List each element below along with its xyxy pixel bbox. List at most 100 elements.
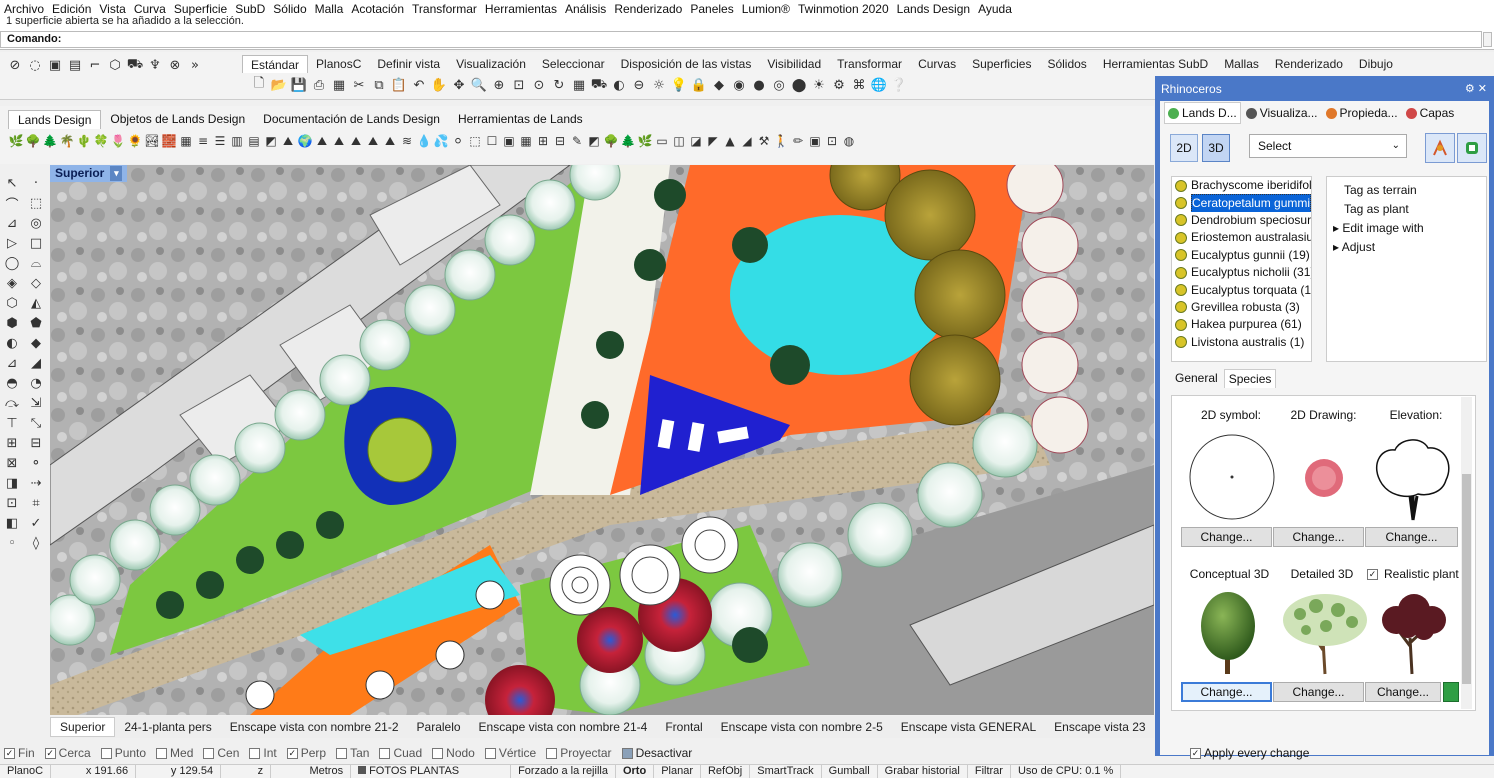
lands-tool-icon[interactable]: ⛰ bbox=[382, 132, 398, 150]
lands-tool-icon[interactable]: ▦ bbox=[518, 132, 534, 150]
menu-item[interactable]: Curva bbox=[134, 2, 166, 16]
palette-tool-icon[interactable]: ⊡ bbox=[3, 494, 21, 512]
lands-tool-icon[interactable]: ⬚ bbox=[467, 132, 483, 150]
toolbar-tab[interactable]: Superficies bbox=[964, 55, 1039, 73]
layer-icon[interactable]: ◆ bbox=[710, 76, 728, 94]
species-item[interactable]: Grevillea robusta (3) bbox=[1172, 299, 1311, 316]
target-icon[interactable]: ⊖ bbox=[630, 76, 648, 94]
paste-icon[interactable]: 📋 bbox=[390, 76, 408, 94]
change-2d-symbol-button[interactable]: Change... bbox=[1181, 527, 1272, 547]
osnap-checkbox[interactable] bbox=[100, 747, 112, 759]
viewport-tab[interactable]: Enscape vista con nombre 21-4 bbox=[470, 720, 657, 734]
osnap-checkbox[interactable] bbox=[203, 747, 215, 759]
change-elevation-button[interactable]: Change... bbox=[1365, 527, 1458, 547]
palette-tool-icon[interactable]: ◎ bbox=[27, 214, 45, 232]
palette-tool-icon[interactable]: ⊿ bbox=[3, 354, 21, 372]
lands-tool-icon[interactable]: ⛰ bbox=[331, 132, 347, 150]
toolbar-tab[interactable]: Curvas bbox=[910, 55, 964, 73]
status-layer[interactable]: FOTOS PLANTAS bbox=[351, 765, 512, 778]
status-refobj[interactable]: RefObj bbox=[701, 765, 751, 778]
osnap-option[interactable]: Tan bbox=[336, 746, 369, 760]
species-item[interactable]: Eucalyptus gunnii (19) bbox=[1172, 247, 1311, 264]
palette-tool-icon[interactable]: ⊟ bbox=[27, 434, 45, 452]
copy-icon[interactable]: ⧉ bbox=[370, 76, 388, 94]
viewport-tab[interactable]: Enscape vista GENERAL bbox=[892, 720, 1045, 734]
panel-settings-icon[interactable]: ⚙ ✕ bbox=[1465, 78, 1487, 100]
osnap-checkbox[interactable] bbox=[336, 747, 348, 759]
menu-item[interactable]: Transformar bbox=[412, 2, 477, 16]
command-input[interactable]: Comando: bbox=[0, 31, 1482, 48]
lands-tool-icon[interactable]: ▣ bbox=[807, 132, 823, 150]
zoom-icon[interactable]: 🔍 bbox=[470, 76, 488, 94]
lands-tool-icon[interactable]: 🌳 bbox=[603, 132, 619, 150]
menu-item[interactable]: Edición bbox=[52, 2, 91, 16]
palette-tool-icon[interactable]: ◔ bbox=[27, 374, 45, 392]
lands-tool-icon[interactable]: ⛰ bbox=[365, 132, 381, 150]
lands-tool-icon[interactable]: ▭ bbox=[654, 132, 670, 150]
viewport-menu-icon[interactable]: ▾ bbox=[110, 166, 123, 181]
lands-tool-icon[interactable]: ▲ bbox=[722, 132, 738, 150]
lands-tool-icon[interactable]: ✏ bbox=[790, 132, 806, 150]
palette-tool-icon[interactable]: ◭ bbox=[27, 294, 45, 312]
viewport-tab[interactable]: Superior bbox=[50, 717, 116, 737]
species-item[interactable]: Hakea purpurea (61) bbox=[1172, 316, 1311, 333]
palette-tool-icon[interactable]: ⊠ bbox=[3, 454, 21, 472]
cage-icon[interactable]: ⬡ bbox=[106, 56, 124, 74]
palette-tool-icon[interactable]: ◢ bbox=[27, 354, 45, 372]
lands-tool-icon[interactable]: 🌷 bbox=[110, 132, 126, 150]
plant-tool-icon[interactable] bbox=[1425, 133, 1455, 163]
palette-tool-icon[interactable]: ◨ bbox=[3, 474, 21, 492]
context-menu-item[interactable]: ▸ Edit image with bbox=[1333, 219, 1486, 238]
osnap-checkbox[interactable] bbox=[249, 747, 261, 759]
undo-icon[interactable]: ↶ bbox=[410, 76, 428, 94]
palette-tool-icon[interactable]: ◆ bbox=[27, 334, 45, 352]
new-file-icon[interactable]: 🗋 bbox=[250, 76, 268, 94]
osnap-checkbox[interactable] bbox=[432, 747, 444, 759]
zoom-window-icon[interactable]: ⊕ bbox=[490, 76, 508, 94]
palette-tool-icon[interactable]: ⬡ bbox=[3, 294, 21, 312]
panel-tab[interactable]: Visualiza... bbox=[1243, 106, 1321, 120]
palette-tool-icon[interactable]: ⌒ bbox=[3, 194, 21, 213]
osnap-checkbox[interactable]: ✓ bbox=[4, 747, 15, 759]
status-gumball[interactable]: Gumball bbox=[822, 765, 878, 778]
menu-item[interactable]: Twinmotion 2020 bbox=[798, 2, 889, 16]
tag-icon[interactable]: ⊗ bbox=[166, 56, 184, 74]
osnap-option[interactable]: Med bbox=[156, 746, 193, 760]
palette-tool-icon[interactable]: ◦ bbox=[3, 534, 21, 552]
print-icon[interactable]: ⎙ bbox=[310, 76, 328, 94]
menu-item[interactable]: Vista bbox=[99, 2, 125, 16]
render-sphere-icon[interactable]: ◎ bbox=[770, 76, 788, 94]
lands-tool-icon[interactable]: 🧱 bbox=[161, 132, 177, 150]
lands-tool-icon[interactable]: ▣ bbox=[501, 132, 517, 150]
lands-tool-icon[interactable]: 💦 bbox=[433, 132, 449, 150]
palette-tool-icon[interactable]: □ bbox=[27, 234, 45, 252]
save-layout-icon[interactable]: ▣ bbox=[46, 56, 64, 74]
palette-tool-icon[interactable]: ⌗ bbox=[27, 494, 45, 512]
pan-icon[interactable]: ✋ bbox=[430, 76, 448, 94]
menu-item[interactable]: Malla bbox=[315, 2, 344, 16]
menu-item[interactable]: Lumion® bbox=[742, 2, 790, 16]
import-icon[interactable]: ▦ bbox=[330, 76, 348, 94]
palette-tool-icon[interactable]: ⇢ bbox=[27, 474, 45, 492]
osnap-option[interactable]: Desactivar bbox=[621, 746, 692, 760]
sun-icon[interactable]: ☀ bbox=[810, 76, 828, 94]
menu-item[interactable]: SubD bbox=[235, 2, 265, 16]
lands-tool-icon[interactable]: ⛰ bbox=[314, 132, 330, 150]
camera-icon[interactable]: ◐ bbox=[610, 76, 628, 94]
frame-icon[interactable]: ▤ bbox=[66, 56, 84, 74]
lands-tab[interactable]: Herramientas de Lands bbox=[449, 110, 592, 129]
lands-tool-icon[interactable]: ⊟ bbox=[552, 132, 568, 150]
menu-item[interactable]: Ayuda bbox=[978, 2, 1012, 16]
menu-item[interactable]: Herramientas bbox=[485, 2, 557, 16]
species-subtab[interactable]: Species bbox=[1223, 369, 1277, 388]
lands-tool-icon[interactable]: ⛰ bbox=[348, 132, 364, 150]
lands-tool-icon[interactable]: ⚪ bbox=[450, 132, 466, 150]
palette-tool-icon[interactable]: ◐ bbox=[3, 334, 21, 352]
palette-tool-icon[interactable]: ◈ bbox=[3, 274, 21, 292]
viewport-label[interactable]: Superior ▾ bbox=[50, 165, 128, 182]
lands-tool-icon[interactable]: 🌳 bbox=[25, 132, 41, 150]
status-smarttrack[interactable]: SmartTrack bbox=[750, 765, 822, 778]
toolbar-tab[interactable]: Definir vista bbox=[369, 55, 448, 73]
green-tag-small-icon[interactable] bbox=[1443, 682, 1459, 702]
palette-tool-icon[interactable]: ◓ bbox=[3, 374, 21, 392]
